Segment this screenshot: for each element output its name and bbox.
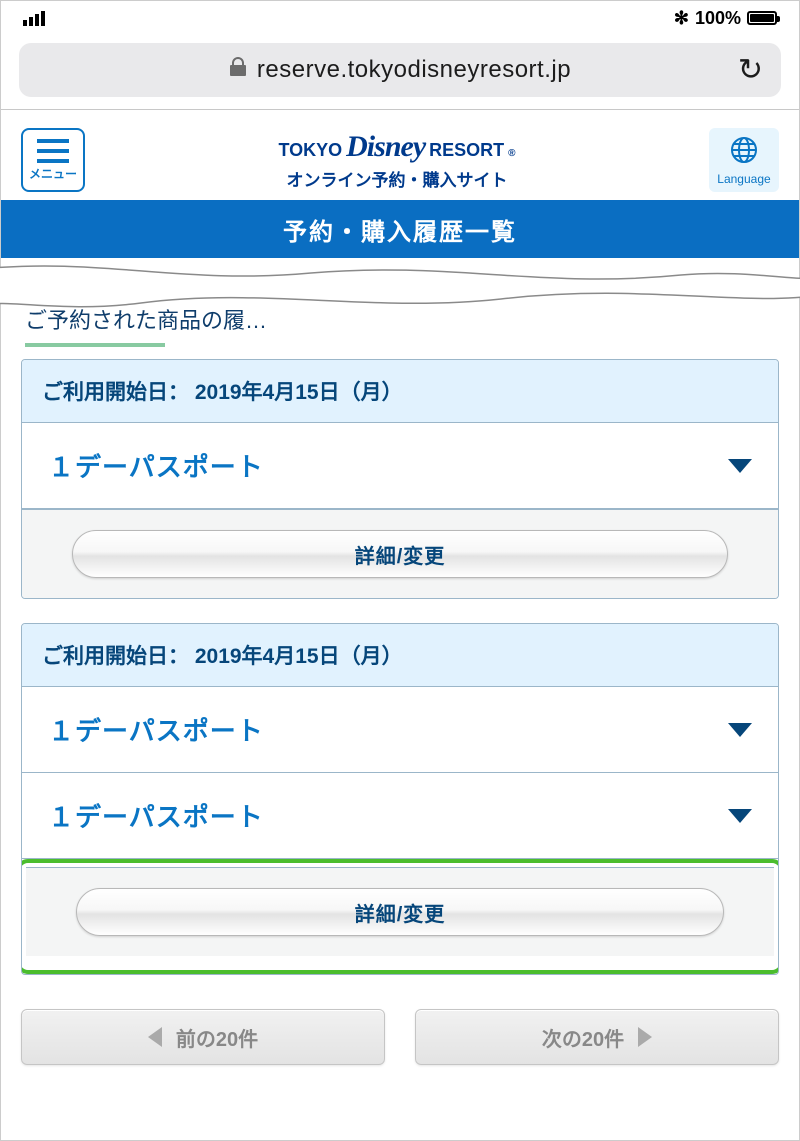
menu-button[interactable]: メニュー: [21, 128, 85, 192]
browser-chrome: reserve.tokyodisneyresort.jp ↻: [1, 35, 799, 110]
chevron-left-icon: [148, 1027, 162, 1047]
battery-percentage: 100%: [695, 8, 741, 29]
details-button[interactable]: 詳細/変更: [76, 888, 724, 936]
logo-line-1: TOKYO Disney RESORT ®: [278, 130, 515, 164]
chevron-down-icon: [728, 809, 752, 823]
signal-icon: [23, 11, 45, 26]
lock-icon: [229, 57, 247, 83]
logo-word-resort: RESORT: [429, 140, 504, 161]
ticket-name: １デーパスポート: [48, 447, 264, 484]
card-date-value: 2019年4月15日（月）: [195, 645, 403, 668]
chevron-down-icon: [728, 459, 752, 473]
app-header: メニュー TOKYO Disney RESORT ® オンライン予約・購入サイト…: [1, 110, 799, 200]
details-button-label: 詳細/変更: [355, 540, 446, 569]
card-date-header: ご利用開始日： 2019年4月15日（月）: [22, 360, 778, 423]
bluetooth-icon: ✻: [674, 8, 689, 29]
card-date-header: ご利用開始日： 2019年4月15日（月）: [22, 624, 778, 687]
url-text: reserve.tokyodisneyresort.jp: [257, 56, 571, 84]
reload-icon[interactable]: ↻: [738, 53, 763, 88]
section-heading-partial: ご予約された商品の履…: [1, 303, 799, 335]
status-indicators-right: ✻ 100%: [674, 8, 777, 29]
card-item-row[interactable]: １デーパスポート: [22, 687, 778, 773]
next-page-label: 次の20件: [542, 1023, 624, 1052]
details-button[interactable]: 詳細/変更: [72, 530, 728, 578]
device-status-bar: ✻ 100%: [1, 1, 799, 35]
logo-registered-mark: ®: [508, 148, 515, 159]
reservation-card: ご利用開始日： 2019年4月15日（月） １デーパスポート １デーパスポート …: [21, 623, 779, 975]
chevron-down-icon: [728, 723, 752, 737]
hamburger-icon: [37, 139, 69, 163]
card-date-value: 2019年4月15日（月）: [195, 381, 403, 404]
reservation-card: ご利用開始日： 2019年4月15日（月） １デーパスポート 詳細/変更: [21, 359, 779, 599]
chevron-right-icon: [638, 1027, 652, 1047]
logo-word-tokyo: TOKYO: [278, 140, 342, 161]
language-button-label: Language: [717, 172, 770, 186]
globe-icon: [729, 135, 759, 170]
logo-line-2: オンライン予約・購入サイト: [286, 166, 507, 191]
card-footer: 詳細/変更: [26, 867, 774, 956]
site-logo[interactable]: TOKYO Disney RESORT ® オンライン予約・購入サイト: [278, 130, 515, 191]
page-title-strip: 予約・購入履歴一覧: [1, 200, 799, 258]
logo-word-disney: Disney: [346, 130, 425, 164]
section-underline: [25, 343, 165, 347]
language-button[interactable]: Language: [709, 128, 779, 192]
prev-page-button[interactable]: 前の20件: [21, 1009, 385, 1065]
details-button-label: 詳細/変更: [355, 898, 446, 927]
next-page-button[interactable]: 次の20件: [415, 1009, 779, 1065]
ticket-name: １デーパスポート: [48, 711, 264, 748]
ticket-name: １デーパスポート: [48, 797, 264, 834]
card-date-label: ご利用開始日：: [42, 381, 189, 404]
highlighted-annotation: 詳細/変更: [21, 859, 779, 974]
card-item-row[interactable]: １デーパスポート: [22, 773, 778, 859]
card-date-label: ご利用開始日：: [42, 645, 189, 668]
prev-page-label: 前の20件: [176, 1023, 258, 1052]
pagination: 前の20件 次の20件: [1, 999, 799, 1085]
menu-button-label: メニュー: [29, 165, 77, 182]
card-item-row[interactable]: １デーパスポート: [22, 423, 778, 509]
card-footer: 詳細/変更: [22, 509, 778, 598]
status-indicators-left: [23, 11, 45, 26]
page-title: 予約・購入履歴一覧: [283, 212, 517, 247]
battery-icon: [747, 11, 777, 25]
address-bar[interactable]: reserve.tokyodisneyresort.jp ↻: [19, 43, 781, 97]
